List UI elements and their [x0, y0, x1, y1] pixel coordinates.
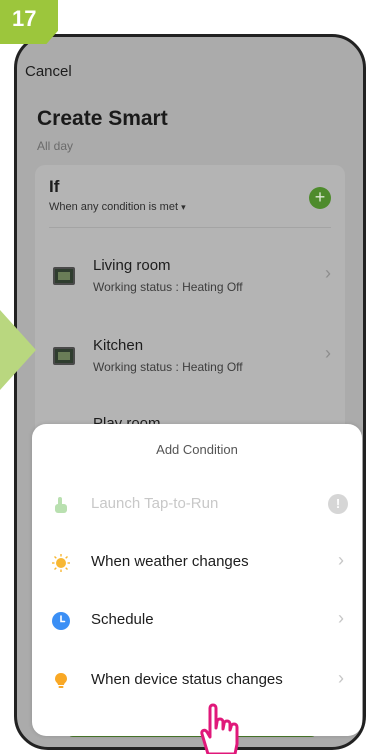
match-mode-selector[interactable]: When any condition is met ▾	[49, 201, 186, 213]
sun-icon	[52, 554, 70, 572]
device-row[interactable]: Kitchen Working status : Heating Off ›	[35, 327, 345, 387]
caret-down-icon: ▾	[181, 202, 186, 212]
tap-pointer-hand-icon	[200, 703, 239, 754]
device-name: Living room	[93, 257, 171, 274]
clock-icon	[52, 612, 70, 630]
device-name: Kitchen	[93, 337, 144, 354]
chevron-right-icon: ›	[338, 550, 344, 570]
chevron-right-icon: ›	[325, 263, 331, 283]
device-status: Working status : Heating Off	[93, 280, 243, 294]
chevron-right-icon: ›	[325, 343, 331, 363]
add-condition-button[interactable]: +	[309, 187, 331, 209]
page-title: Create Smart	[37, 107, 168, 130]
tap-hand-icon	[55, 497, 67, 513]
sheet-title: Add Condition	[156, 442, 238, 457]
add-condition-sheet: Add Condition Launch Tap-to-Run ! When w…	[32, 424, 362, 736]
option-launch-tap-to-run[interactable]: Launch Tap-to-Run !	[32, 476, 362, 534]
option-label: When device status changes	[91, 671, 283, 688]
device-status: Working status : Heating Off	[93, 360, 243, 374]
divider	[49, 227, 331, 228]
option-label: When weather changes	[91, 553, 249, 570]
option-label: Schedule	[91, 611, 154, 628]
option-weather[interactable]: When weather changes ›	[32, 534, 362, 592]
device-row[interactable]: Living room Working status : Heating Off…	[35, 247, 345, 307]
info-icon: !	[328, 494, 348, 514]
lightbulb-icon	[55, 673, 67, 688]
chevron-right-icon: ›	[338, 668, 344, 688]
if-label: If	[49, 177, 60, 196]
match-mode-label: When any condition is met	[49, 201, 179, 213]
page-subtitle: All day	[37, 139, 74, 153]
thermostat-icon	[53, 267, 75, 285]
thermostat-icon	[53, 347, 75, 365]
option-label: Launch Tap-to-Run	[91, 495, 219, 512]
pointer-arrow-icon	[0, 310, 36, 390]
step-badge: 17	[0, 0, 58, 44]
chevron-right-icon: ›	[338, 608, 344, 628]
cancel-button[interactable]: Cancel	[25, 63, 72, 80]
option-schedule[interactable]: Schedule ›	[32, 592, 362, 650]
